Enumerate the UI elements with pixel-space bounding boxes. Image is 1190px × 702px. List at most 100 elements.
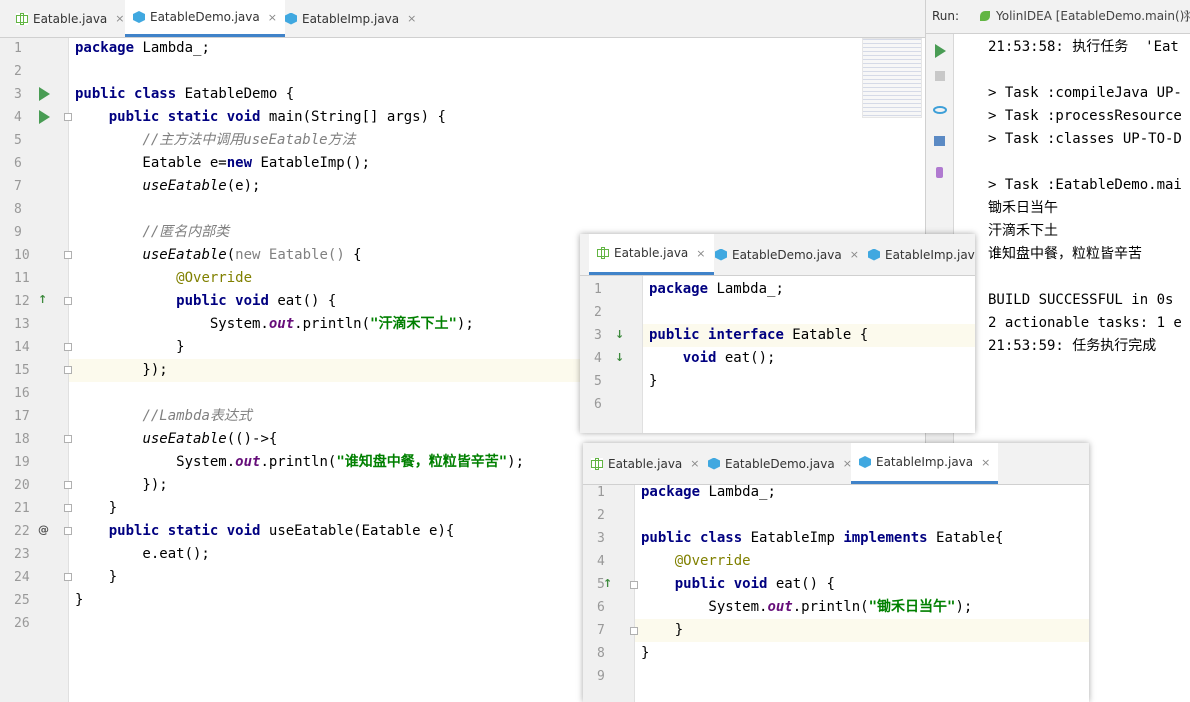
code-line[interactable]: public class EatableImp implements Eatab… [641,527,1086,550]
code-line[interactable]: } [641,619,1086,642]
console-line: 谁知盘中餐，粒粒皆辛苦 [988,246,1142,262]
console-line: 21:53:58: 执行任务 'Eat [988,39,1179,55]
main-code-area[interactable]: package Lambda_;public class EatableDemo… [75,37,575,637]
run-config-icon [980,11,990,21]
code-line[interactable]: } [75,589,575,612]
code-line[interactable]: public interface Eatable { [649,324,969,347]
console-output[interactable]: 21:53:58: 执行任务 'Eat > Task :compileJava U… [988,36,1188,358]
line-number: 2 [594,305,602,320]
code-line[interactable] [75,198,575,221]
code-line[interactable] [75,612,575,635]
pin-icon[interactable] [936,167,943,178]
code-line[interactable] [649,301,969,324]
code-line[interactable]: //匿名内部类 [75,221,575,244]
tab-eatabledemo-java[interactable]: EatableDemo.java × [125,0,285,37]
code-line[interactable]: //主方法中调用useEatable方法 [75,129,575,152]
code-line[interactable]: useEatable(new Eatable() { [75,244,575,267]
code-line[interactable]: void eat(); [649,347,969,370]
code-line[interactable]: //Lambda表达式 [75,405,575,428]
rerun-icon[interactable] [935,44,946,58]
tab-label: EatableImp.java [885,247,975,262]
code-line[interactable] [75,60,575,83]
fold-icon[interactable] [64,343,72,351]
run-class-icon[interactable] [39,87,50,101]
close-icon[interactable]: × [850,248,859,261]
code-line[interactable]: } [649,370,969,393]
code-line[interactable]: System.out.println("汗滴禾下土"); [75,313,575,336]
code-line[interactable] [641,665,1086,688]
code-line[interactable]: @Override [75,267,575,290]
code-line[interactable]: @Override [641,550,1086,573]
fold-icon[interactable] [64,504,72,512]
close-icon[interactable]: × [268,11,277,24]
implemented-icon[interactable]: ↓ [615,328,624,341]
code-line[interactable]: System.out.println("谁知盘中餐，粒粒皆辛苦"); [75,451,575,474]
code-line[interactable] [75,382,575,405]
fold-icon[interactable] [64,481,72,489]
code-line[interactable]: }); [75,474,575,497]
code-line[interactable]: Eatable e=new EatableImp(); [75,152,575,175]
line-number: 3 [597,531,605,546]
close-icon[interactable]: × [981,456,990,469]
code-line[interactable]: public class EatableDemo { [75,83,575,106]
line-number: 3 [594,328,602,343]
code-line[interactable]: public void eat() { [75,290,575,313]
code-line[interactable] [641,504,1086,527]
code-line[interactable]: } [75,497,575,520]
code-line[interactable]: package Lambda_; [75,37,575,60]
tab-eatabledemo-java[interactable]: EatableDemo.java × [715,234,859,275]
tab-eatableimp-java[interactable]: EatableImp.java [868,234,975,275]
close-icon[interactable]: × [407,12,416,25]
fold-icon[interactable] [64,573,72,581]
fold-icon[interactable] [64,366,72,374]
tab-label: EatableDemo.java [150,10,260,24]
layout-icon[interactable] [934,136,945,146]
fold-icon[interactable] [64,251,72,259]
fold-icon[interactable] [64,113,72,121]
code-line[interactable]: public void eat() { [641,573,1086,596]
code-line[interactable]: package Lambda_; [649,278,969,301]
code-line[interactable]: System.out.println("锄禾日当午"); [641,596,1086,619]
tab-eatableimp-java[interactable]: EatableImp.java × [851,443,999,484]
line-number: 6 [594,397,602,412]
win2-code-area[interactable]: package Lambda_;public class EatableImp … [641,481,1086,696]
code-line[interactable]: public static void main(String[] args) { [75,106,575,129]
console-line: 21:53:59: 任务执行完成 [988,338,1157,354]
tab-eatable-java[interactable]: Eatable.java × [16,0,125,37]
tab-eatable-java[interactable]: Eatable.java × [591,443,700,484]
tab-eatable-java[interactable]: Eatable.java × [589,234,714,275]
code-line[interactable]: } [641,642,1086,665]
line-number: 2 [14,64,22,79]
stop-icon[interactable] [935,71,945,81]
code-line[interactable]: useEatable(()->{ [75,428,575,451]
fold-icon[interactable] [64,435,72,443]
code-line[interactable]: public static void useEatable(Eatable e)… [75,520,575,543]
code-line[interactable] [649,393,969,416]
code-minimap[interactable] [862,38,922,118]
implements-icon[interactable]: ↑ [603,577,612,590]
tab-eatableimp-java[interactable]: EatableImp.java × [285,0,416,37]
fold-icon[interactable] [64,527,72,535]
fold-icon[interactable] [630,581,638,589]
implemented-icon[interactable]: ↓ [615,351,624,364]
close-icon[interactable]: × [115,12,124,25]
code-line[interactable]: }); [75,359,575,382]
close-icon[interactable]: × [1182,8,1190,22]
code-line[interactable]: } [75,336,575,359]
code-line[interactable]: e.eat(); [75,543,575,566]
run-main-icon[interactable] [39,110,50,124]
tab-eatabledemo-java[interactable]: EatableDemo.java × [708,443,852,484]
implements-icon[interactable]: ↑ [38,293,47,306]
fold-icon[interactable] [630,627,638,635]
console-line: > Task :processResource [988,108,1182,124]
eye-icon[interactable] [933,106,947,114]
fold-icon[interactable] [64,297,72,305]
close-icon[interactable]: × [690,457,699,470]
code-line[interactable]: useEatable(e); [75,175,575,198]
implemented-at-icon[interactable]: @ [38,523,49,536]
code-line[interactable]: package Lambda_; [641,481,1086,504]
run-config-label[interactable]: YolinIDEA [EatableDemo.main()] [996,9,1189,23]
win1-code-area[interactable]: package Lambda_;public interface Eatable… [649,278,969,428]
close-icon[interactable]: × [696,247,705,260]
code-line[interactable]: } [75,566,575,589]
